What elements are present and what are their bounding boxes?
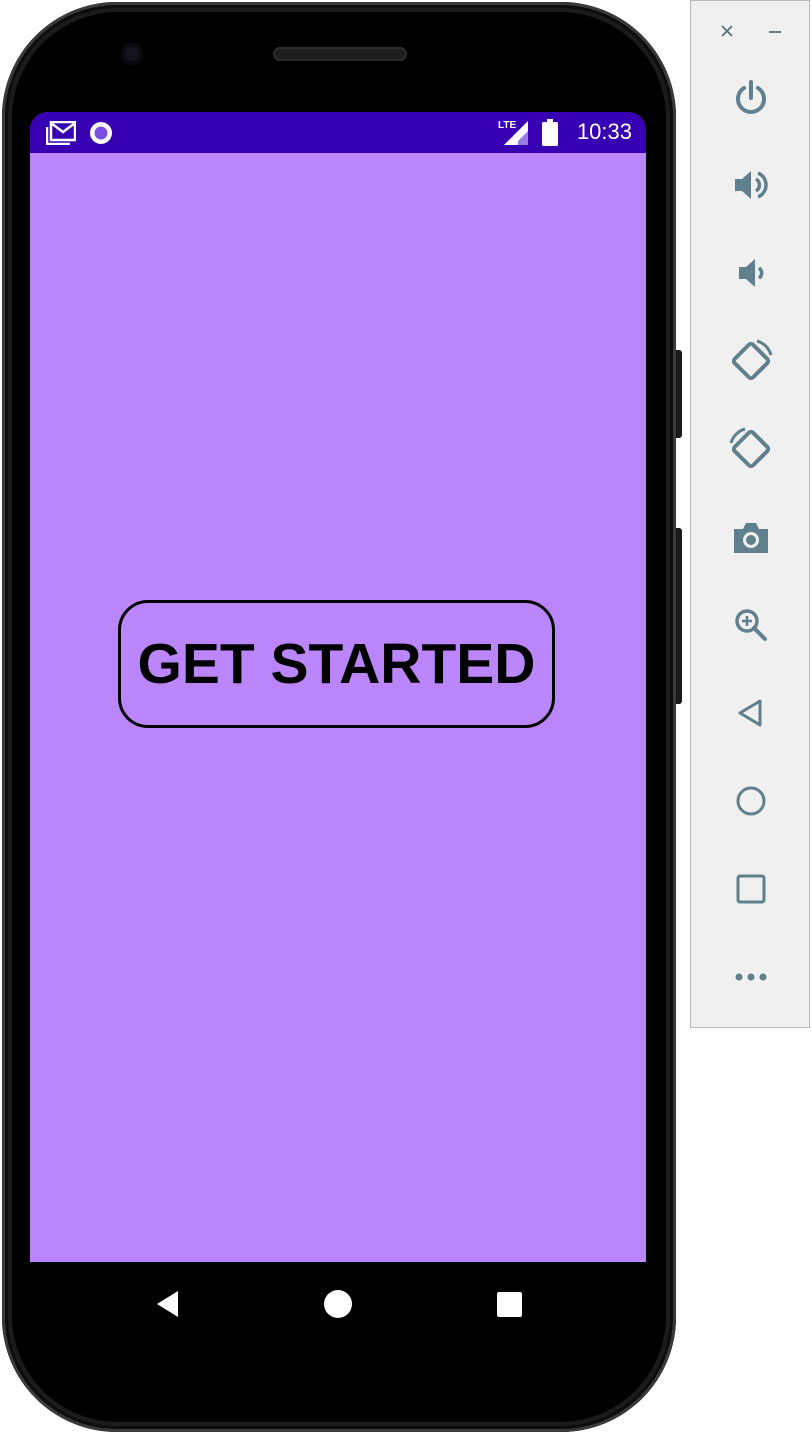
front-camera xyxy=(121,43,143,65)
notification-circle-icon xyxy=(89,121,113,150)
lte-signal-icon: LTE xyxy=(498,118,530,151)
volume-up-button[interactable] xyxy=(716,155,786,215)
svg-text:LTE: LTE xyxy=(498,120,516,131)
back-icon xyxy=(738,699,762,727)
nav-home-button[interactable] xyxy=(318,1284,358,1324)
volume-down-icon xyxy=(739,259,764,287)
overview-button[interactable] xyxy=(716,859,786,919)
zoom-icon xyxy=(735,609,767,641)
navigation-bar xyxy=(30,1262,646,1344)
zoom-button[interactable] xyxy=(716,595,786,655)
back-icon xyxy=(157,1291,178,1317)
volume-down-button[interactable] xyxy=(716,243,786,303)
minimize-icon xyxy=(769,31,781,33)
home-icon xyxy=(736,786,766,816)
battery-icon xyxy=(542,119,558,151)
minimize-button[interactable] xyxy=(763,19,787,43)
screenshot-button[interactable] xyxy=(716,507,786,567)
nav-recents-button[interactable] xyxy=(489,1284,529,1324)
status-time: 10:33 xyxy=(576,119,632,144)
recents-icon xyxy=(497,1292,522,1317)
close-icon xyxy=(721,25,733,37)
gmail-icon xyxy=(45,120,77,150)
toolbar-home-button[interactable] xyxy=(716,771,786,831)
rotate-left-button[interactable] xyxy=(716,331,786,391)
power-button[interactable] xyxy=(716,68,786,128)
more-button[interactable] xyxy=(716,947,786,1007)
toolbar-back-button[interactable] xyxy=(716,683,786,743)
volume-side-button xyxy=(676,528,682,704)
close-button[interactable] xyxy=(715,19,739,43)
rotate-left-icon xyxy=(731,339,773,381)
rotate-right-icon xyxy=(729,427,771,469)
rotate-right-button[interactable] xyxy=(716,419,786,479)
overview-icon xyxy=(736,874,766,904)
emulator-toolbar xyxy=(690,0,810,1028)
power-icon xyxy=(736,80,766,114)
get-started-button[interactable]: GET STARTED xyxy=(118,600,555,728)
more-icon xyxy=(735,973,767,981)
get-started-label: GET STARTED xyxy=(137,632,536,696)
power-side-button xyxy=(676,350,682,438)
home-icon xyxy=(324,1290,352,1318)
camera-icon xyxy=(734,523,768,553)
app-screen: LTE 10:33 GET STARTED xyxy=(30,112,646,1262)
nav-back-button[interactable] xyxy=(148,1284,188,1324)
earpiece-speaker xyxy=(273,47,407,61)
status-bar: LTE 10:33 xyxy=(30,112,646,153)
volume-up-icon xyxy=(735,171,768,199)
